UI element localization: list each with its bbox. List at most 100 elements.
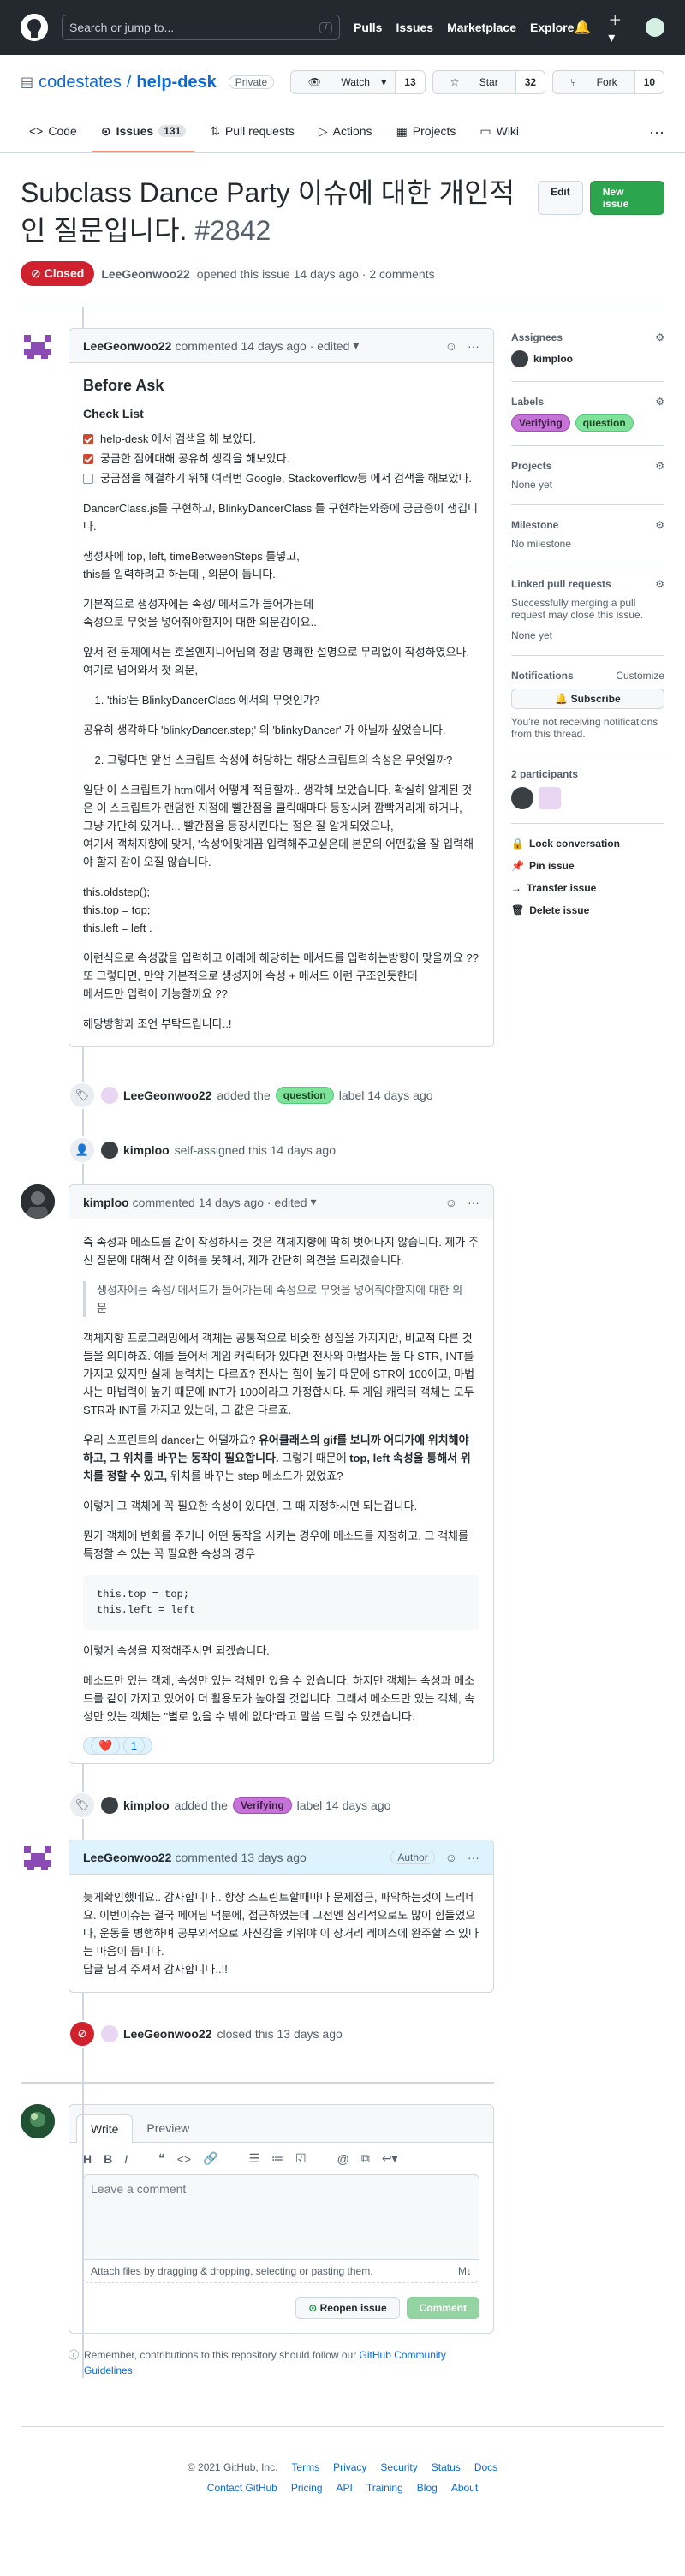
tab-write[interactable]: Write xyxy=(76,2114,134,2143)
user-avatar[interactable] xyxy=(646,18,664,37)
author-avatar[interactable] xyxy=(21,1184,55,1219)
tab-actions[interactable]: ▷ Actions xyxy=(310,111,381,152)
smiley-icon[interactable]: ☺ xyxy=(445,1851,457,1864)
star-button[interactable]: ☆ Star 32 xyxy=(432,70,546,94)
gear-icon[interactable]: ⚙ xyxy=(655,578,664,590)
more-tabs-icon[interactable]: ··· xyxy=(649,111,664,152)
tab-issues[interactable]: ⊙ Issues 131 xyxy=(92,111,195,152)
current-user-avatar[interactable] xyxy=(21,2104,55,2138)
event-author[interactable]: kimploo xyxy=(123,1798,170,1812)
event-author[interactable]: LeeGeonwoo22 xyxy=(123,1088,211,1102)
event-author[interactable]: kimploo xyxy=(123,1143,170,1157)
watch-button[interactable]: 👁 Watch ▾ 13 xyxy=(289,70,426,94)
kebab-icon[interactable]: ··· xyxy=(468,1196,480,1209)
actor-avatar[interactable] xyxy=(101,2025,118,2042)
nav-link-marketplace[interactable]: Marketplace xyxy=(447,21,516,34)
actor-avatar[interactable] xyxy=(101,1087,118,1104)
comment-author[interactable]: kimploo xyxy=(83,1196,129,1209)
tab-preview[interactable]: Preview xyxy=(133,2114,203,2142)
kebab-icon[interactable]: ··· xyxy=(468,339,480,353)
footer-link-terms[interactable]: Terms xyxy=(291,2461,319,2473)
transfer-issue-button[interactable]: → Transfer issue xyxy=(511,877,664,899)
customize-link[interactable]: Customize xyxy=(616,670,664,682)
footer-link-contact[interactable]: Contact GitHub xyxy=(207,2482,277,2494)
repo-name-link[interactable]: help-desk xyxy=(136,73,216,92)
label-verifying[interactable]: Verifying xyxy=(232,1797,292,1814)
delete-issue-button[interactable]: 🗑 Delete issue xyxy=(511,899,664,921)
gear-icon[interactable]: ⚙ xyxy=(655,331,664,343)
reopen-issue-button[interactable]: ⊙ Reopen issue xyxy=(295,2297,400,2319)
issue-author-link[interactable]: LeeGeonwoo22 xyxy=(101,267,189,281)
comment-meta[interactable]: commented 13 days ago xyxy=(175,1851,306,1864)
new-issue-button[interactable]: New issue xyxy=(589,181,664,215)
footer-link-training[interactable]: Training xyxy=(366,2482,403,2494)
gear-icon[interactable]: ⚙ xyxy=(655,460,664,472)
checkbox-checked-icon[interactable] xyxy=(83,453,93,464)
fork-count[interactable]: 10 xyxy=(634,71,664,93)
tab-code[interactable]: <> Code xyxy=(21,111,86,152)
fork-button[interactable]: ⑂ Fork 10 xyxy=(552,70,664,94)
comment-meta[interactable]: commented 14 days ago · edited xyxy=(133,1196,307,1209)
assignee-name[interactable]: kimploo xyxy=(533,353,573,365)
quote-icon[interactable]: ❝ xyxy=(158,2151,165,2166)
reply-icon[interactable]: ↩▾ xyxy=(382,2151,398,2166)
plus-icon[interactable]: ＋▾ xyxy=(608,9,628,46)
github-logo-icon[interactable] xyxy=(21,14,48,41)
smiley-icon[interactable]: ☺ xyxy=(445,339,457,353)
author-avatar[interactable] xyxy=(21,1840,55,1874)
edit-title-button[interactable]: Edit xyxy=(538,181,583,215)
checkbox-checked-icon[interactable] xyxy=(83,433,93,444)
kebab-icon[interactable]: ··· xyxy=(468,1851,480,1864)
smiley-icon[interactable]: ☺ xyxy=(445,1196,457,1209)
task-list-icon[interactable]: ☑ xyxy=(295,2151,307,2166)
nav-link-issues[interactable]: Issues xyxy=(396,21,433,34)
heading-icon[interactable]: H xyxy=(83,2152,92,2166)
attach-files-area[interactable]: Attach files by dragging & dropping, sel… xyxy=(83,2260,480,2283)
nav-link-explore[interactable]: Explore xyxy=(530,21,574,34)
event-author[interactable]: LeeGeonwoo22 xyxy=(123,2027,211,2041)
footer-link-about[interactable]: About xyxy=(451,2482,478,2494)
code-icon[interactable]: <> xyxy=(177,2152,191,2166)
footer-link-security[interactable]: Security xyxy=(380,2461,417,2473)
checkbox-unchecked-icon[interactable] xyxy=(83,473,93,484)
repo-owner-link[interactable]: codestates xyxy=(39,73,122,92)
pin-issue-button[interactable]: 📌 Pin issue xyxy=(511,855,664,877)
participant-avatar[interactable] xyxy=(510,787,533,809)
author-avatar[interactable] xyxy=(21,328,55,362)
footer-link-pricing[interactable]: Pricing xyxy=(291,2482,323,2494)
comment-meta[interactable]: commented 14 days ago · edited xyxy=(175,339,349,353)
label-question[interactable]: question xyxy=(275,1087,334,1104)
label-question[interactable]: question xyxy=(575,414,634,432)
mention-icon[interactable]: @ xyxy=(337,2152,349,2166)
comment-button[interactable]: Comment xyxy=(406,2297,480,2319)
star-count[interactable]: 32 xyxy=(515,71,545,93)
gear-icon[interactable]: ⚙ xyxy=(655,396,664,408)
footer-link-api[interactable]: API xyxy=(337,2482,353,2494)
comment-author[interactable]: LeeGeonwoo22 xyxy=(83,1851,171,1864)
tab-pull-requests[interactable]: ⇅ Pull requests xyxy=(201,111,303,152)
footer-link-blog[interactable]: Blog xyxy=(417,2482,438,2494)
markdown-icon[interactable]: M↓ xyxy=(458,2265,472,2277)
label-verifying[interactable]: Verifying xyxy=(510,414,570,432)
unordered-list-icon[interactable]: ☰ xyxy=(248,2151,259,2166)
watch-count[interactable]: 13 xyxy=(395,71,425,93)
subscribe-button[interactable]: 🔔 Subscribe xyxy=(510,689,664,709)
tab-projects[interactable]: ▦ Projects xyxy=(388,111,465,152)
gear-icon[interactable]: ⚙ xyxy=(655,519,664,531)
comment-author[interactable]: LeeGeonwoo22 xyxy=(83,339,171,353)
footer-link-status[interactable]: Status xyxy=(432,2461,461,2473)
actor-avatar[interactable] xyxy=(101,1142,118,1159)
footer-link-docs[interactable]: Docs xyxy=(474,2461,497,2473)
italic-icon[interactable]: I xyxy=(124,2152,128,2166)
lock-conversation-button[interactable]: 🔒 Lock conversation xyxy=(511,832,664,855)
bell-icon[interactable]: 🔔 xyxy=(574,19,591,36)
participant-avatar[interactable] xyxy=(538,787,561,809)
footer-link-privacy[interactable]: Privacy xyxy=(333,2461,366,2473)
tab-wiki[interactable]: ▭ Wiki xyxy=(471,111,527,152)
nav-link-pulls[interactable]: Pulls xyxy=(354,21,382,34)
reaction-heart[interactable]: ❤️ 1 xyxy=(83,1737,153,1755)
assignee-avatar[interactable] xyxy=(510,350,528,367)
link-icon[interactable]: 🔗 xyxy=(203,2151,217,2166)
search-input[interactable]: Search or jump to... / xyxy=(62,15,341,40)
comment-textarea[interactable]: Leave a comment xyxy=(83,2174,480,2260)
